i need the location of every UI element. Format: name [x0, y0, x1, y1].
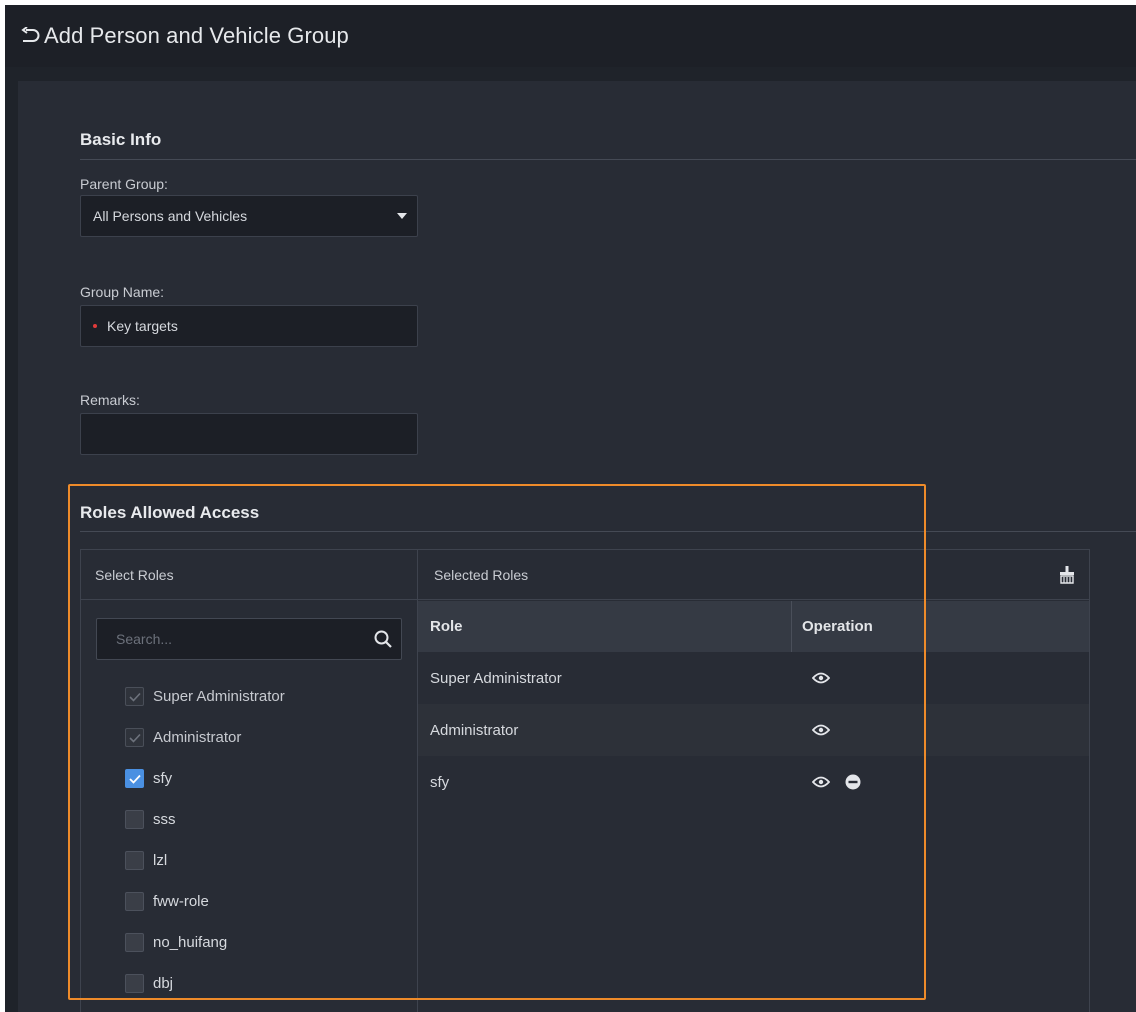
column-header-operation: Operation — [802, 618, 873, 635]
roles-title: Roles Allowed Access — [80, 503, 260, 522]
role-item-lzl[interactable]: lzl — [125, 840, 285, 881]
table-cell-role: Administrator — [430, 721, 519, 739]
parent-group-label: Parent Group: — [80, 176, 168, 192]
page-title: Add Person and Vehicle Group — [44, 23, 349, 48]
remarks-field[interactable] — [80, 413, 418, 455]
checkbox-disabled-checked — [125, 728, 144, 747]
role-item-administrator: Administrator — [125, 717, 285, 758]
role-item-super-administrator: Super Administrator — [125, 676, 285, 717]
role-label: Super Administrator — [153, 688, 285, 705]
role-search-input[interactable] — [97, 619, 367, 659]
group-name-value: Key targets — [107, 318, 178, 334]
basic-info-divider — [80, 159, 1136, 160]
back-arrow-icon[interactable] — [18, 24, 42, 48]
table-row: Super Administrator — [418, 652, 1089, 704]
role-item-no-huifang[interactable]: no_huifang — [125, 922, 285, 963]
checkbox-disabled-checked — [125, 687, 144, 706]
parent-group-value: All Persons and Vehicles — [93, 208, 248, 224]
table-cell-operation — [792, 773, 862, 791]
view-icon[interactable] — [812, 721, 830, 739]
select-roles-column: Select Roles Super — [81, 550, 418, 1012]
role-label: fww-role — [153, 893, 209, 910]
role-item-sss[interactable]: sss — [125, 799, 285, 840]
dropdown-caret-icon — [397, 213, 407, 219]
checkbox-unchecked[interactable] — [125, 974, 144, 993]
selected-roles-table-header: Role Operation — [418, 601, 1089, 652]
checkbox-unchecked[interactable] — [125, 810, 144, 829]
app-window: Add Person and Vehicle Group Basic Info … — [5, 5, 1136, 1012]
role-label: sfy — [153, 770, 173, 787]
view-icon[interactable] — [812, 669, 830, 687]
selected-roles-header: Selected Roles — [418, 550, 1089, 600]
remarks-label: Remarks: — [80, 392, 140, 408]
checkbox-checked[interactable] — [125, 769, 144, 788]
role-item-fww-role[interactable]: fww-role — [125, 881, 285, 922]
role-item-sfy[interactable]: sfy — [125, 758, 285, 799]
form-content: Basic Info Parent Group: All Persons and… — [18, 81, 1136, 1012]
clear-all-icon[interactable] — [1057, 565, 1077, 585]
table-cell-role: sfy — [430, 773, 450, 791]
table-row: sfy — [418, 756, 1089, 808]
parent-group-select[interactable]: All Persons and Vehicles — [80, 195, 418, 237]
checkbox-unchecked[interactable] — [125, 851, 144, 870]
remove-icon[interactable] — [844, 773, 862, 791]
role-item-dbj[interactable]: dbj — [125, 963, 285, 1004]
table-cell-operation — [792, 669, 830, 687]
roles-panel: Select Roles Super — [80, 549, 1090, 1012]
search-icon[interactable] — [373, 629, 393, 649]
title-bar: Add Person and Vehicle Group — [5, 5, 1136, 67]
role-label: no_huifang — [153, 934, 228, 951]
checkbox-unchecked[interactable] — [125, 933, 144, 952]
role-label: dbj — [153, 975, 174, 992]
table-cell-operation — [792, 721, 830, 739]
table-row: Administrator — [418, 704, 1089, 756]
group-name-label: Group Name: — [80, 284, 165, 300]
role-list: Super Administrator Administrator sfy ss… — [125, 676, 285, 1004]
group-name-field[interactable]: Key targets — [80, 305, 418, 347]
table-cell-role: Super Administrator — [430, 669, 562, 687]
column-header-role: Role — [418, 601, 792, 652]
role-search — [96, 618, 402, 660]
role-label: Administrator — [153, 729, 242, 746]
roles-divider — [80, 531, 1136, 532]
role-label: sss — [153, 811, 176, 828]
selected-roles-title: Selected Roles — [434, 566, 529, 583]
required-indicator — [93, 324, 97, 328]
checkbox-unchecked[interactable] — [125, 892, 144, 911]
role-label: lzl — [153, 852, 168, 869]
selected-roles-column: Selected Roles Role Operation Super Admi… — [418, 550, 1089, 1012]
select-roles-header: Select Roles — [81, 550, 417, 600]
basic-info-title: Basic Info — [80, 130, 162, 149]
view-icon[interactable] — [812, 773, 830, 791]
